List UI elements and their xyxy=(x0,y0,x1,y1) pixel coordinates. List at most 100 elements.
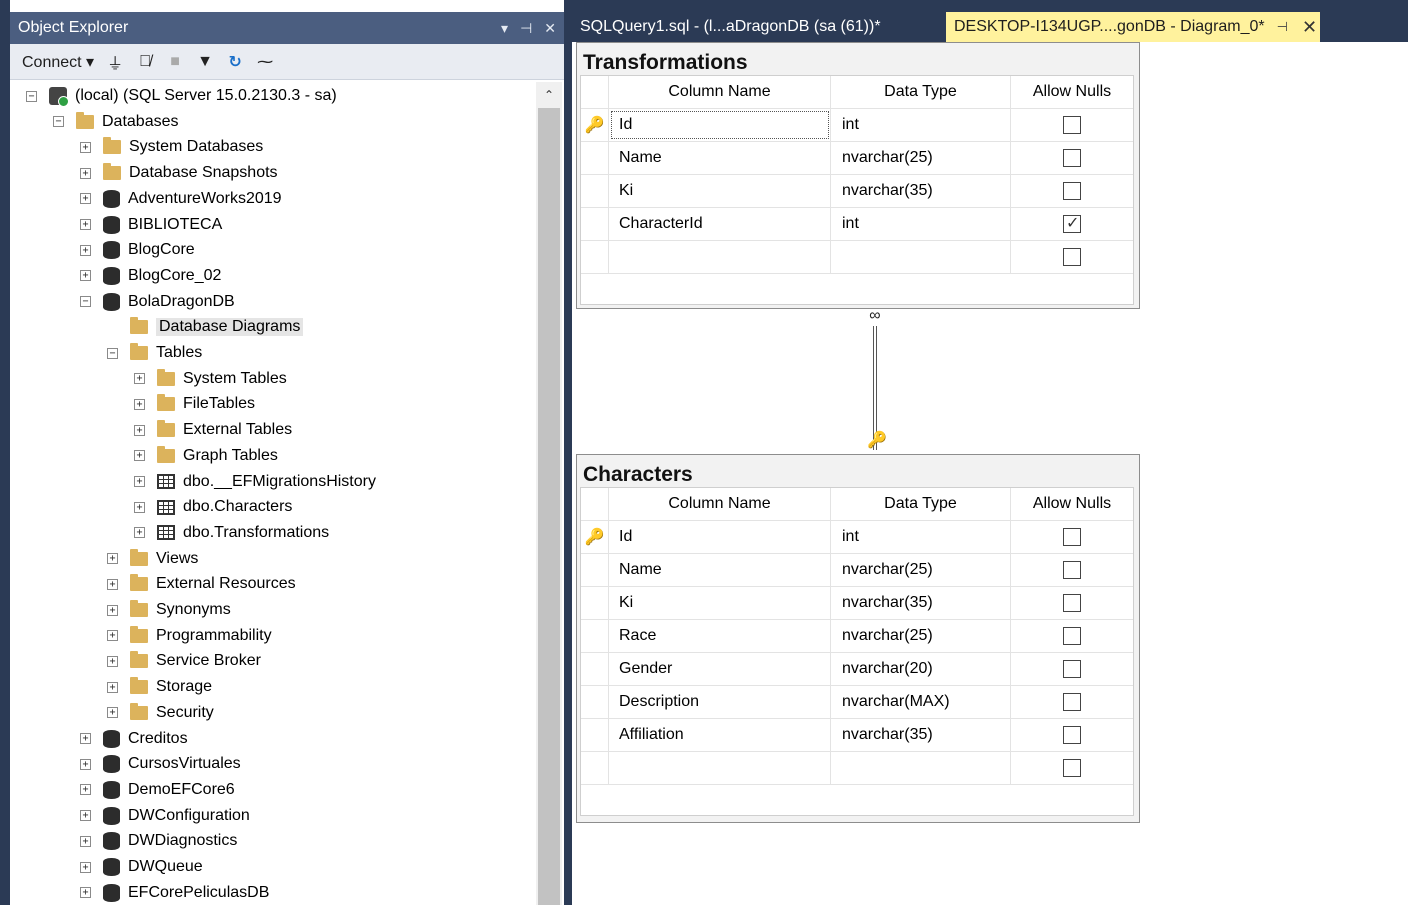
column-name-cell[interactable] xyxy=(609,752,831,784)
expand-icon[interactable]: + xyxy=(107,553,118,565)
column-name-cell[interactable] xyxy=(609,241,831,273)
tree-node[interactable]: − BolaDragonDB xyxy=(80,290,235,314)
collapse-icon[interactable]: − xyxy=(26,90,37,102)
tree-node[interactable]: + BlogCore xyxy=(80,238,195,262)
row-selector[interactable] xyxy=(581,653,609,685)
data-type-cell[interactable]: nvarchar(35) xyxy=(831,175,1011,207)
allow-nulls-checkbox[interactable] xyxy=(1063,213,1081,233)
column-name-cell[interactable]: Gender xyxy=(609,653,831,685)
data-type-cell[interactable]: nvarchar(35) xyxy=(831,587,1011,619)
tree-node[interactable]: + DWQueue xyxy=(80,855,203,879)
expand-icon[interactable]: + xyxy=(134,501,145,513)
tree-node[interactable]: + DemoEFCore6 xyxy=(80,778,235,802)
column-row[interactable]: Ki nvarchar(35) xyxy=(581,175,1133,208)
tree-node[interactable]: + DWConfiguration xyxy=(80,804,250,828)
column-name-cell[interactable]: Id xyxy=(609,109,831,141)
column-row[interactable]: 🔑 Id int xyxy=(581,521,1133,554)
column-row[interactable]: Gender nvarchar(20) xyxy=(581,653,1133,686)
data-type-cell[interactable]: nvarchar(20) xyxy=(831,653,1011,685)
row-selector[interactable] xyxy=(581,620,609,652)
data-type-cell[interactable]: nvarchar(MAX) xyxy=(831,686,1011,718)
tree-node[interactable]: + CursosVirtuales xyxy=(80,752,241,776)
allow-nulls-checkbox[interactable] xyxy=(1063,182,1081,200)
tree-node[interactable]: + Views xyxy=(107,547,198,571)
allow-nulls-checkbox[interactable] xyxy=(1063,759,1081,777)
expand-icon[interactable]: + xyxy=(80,835,91,847)
column-row[interactable]: Name nvarchar(25) xyxy=(581,142,1133,175)
allow-nulls-checkbox[interactable] xyxy=(1063,561,1081,579)
row-selector[interactable] xyxy=(581,752,609,784)
tree-node[interactable]: + AdventureWorks2019 xyxy=(80,187,282,211)
tree-node[interactable]: + External Tables xyxy=(134,418,292,442)
row-selector[interactable] xyxy=(581,554,609,586)
expand-icon[interactable]: + xyxy=(107,630,118,642)
expand-icon[interactable]: + xyxy=(134,450,145,462)
tree-node[interactable]: + DWDiagnostics xyxy=(80,829,237,853)
expand-icon[interactable]: + xyxy=(80,861,91,873)
tree-node[interactable]: + dbo.Transformations xyxy=(134,521,329,545)
data-type-cell[interactable]: nvarchar(35) xyxy=(831,719,1011,751)
tree-node[interactable]: + dbo.__EFMigrationsHistory xyxy=(134,470,376,494)
pin-icon[interactable]: ⊣ xyxy=(520,20,532,37)
column-name-cell[interactable]: Affiliation xyxy=(609,719,831,751)
stop-icon[interactable]: ■ xyxy=(166,53,184,71)
tree-node[interactable]: + Graph Tables xyxy=(134,444,278,468)
expand-icon[interactable]: + xyxy=(80,270,91,282)
expand-icon[interactable]: + xyxy=(80,167,91,179)
row-selector[interactable] xyxy=(581,686,609,718)
expand-icon[interactable]: + xyxy=(134,476,145,487)
expand-icon[interactable]: + xyxy=(134,398,145,410)
tree-node[interactable]: + FileTables xyxy=(134,392,255,416)
column-name-cell[interactable]: Ki xyxy=(609,175,831,207)
collapse-icon[interactable]: − xyxy=(80,296,91,308)
column-name-cell[interactable]: Name xyxy=(609,554,831,586)
refresh-icon[interactable]: ↻ xyxy=(226,52,244,72)
expand-icon[interactable]: + xyxy=(107,578,118,590)
column-row[interactable]: Name nvarchar(25) xyxy=(581,554,1133,587)
row-selector[interactable] xyxy=(581,175,609,207)
column-row[interactable]: CharacterId int xyxy=(581,208,1133,241)
scroll-up-arrow-icon[interactable]: ⌃ xyxy=(536,88,562,102)
tree-node[interactable]: + dbo.Characters xyxy=(134,495,292,519)
expand-icon[interactable]: + xyxy=(80,193,91,205)
close-icon[interactable]: ✕ xyxy=(1302,17,1317,38)
column-row[interactable]: Ki nvarchar(35) xyxy=(581,587,1133,620)
activity-icon[interactable]: ⁓ xyxy=(256,52,274,72)
tree-node[interactable]: + System Databases xyxy=(80,135,263,159)
allow-nulls-checkbox[interactable] xyxy=(1063,726,1081,744)
expand-icon[interactable]: + xyxy=(107,707,118,719)
tree-node[interactable]: + Service Broker xyxy=(107,649,261,673)
column-row[interactable]: Race nvarchar(25) xyxy=(581,620,1133,653)
dropdown-icon[interactable]: ▾ xyxy=(501,20,508,37)
row-selector[interactable] xyxy=(581,587,609,619)
allow-nulls-checkbox[interactable] xyxy=(1063,594,1081,612)
data-type-cell[interactable]: int xyxy=(831,521,1011,553)
column-row[interactable]: Description nvarchar(MAX) xyxy=(581,686,1133,719)
allow-nulls-checkbox[interactable] xyxy=(1063,149,1081,167)
diagram-canvas[interactable]: Transformations Column Name Data Type Allow… xyxy=(572,42,1408,905)
allow-nulls-checkbox[interactable] xyxy=(1063,528,1081,546)
tab-sqlquery[interactable]: SQLQuery1.sql - (l...aDragonDB (sa (61))… xyxy=(572,12,946,42)
column-name-cell[interactable]: Id xyxy=(609,521,831,553)
expand-icon[interactable]: + xyxy=(80,784,91,796)
tree-node[interactable]: + EFCorePeliculasDB xyxy=(80,881,269,905)
tree-node[interactable]: + Synonyms xyxy=(107,598,231,622)
row-selector[interactable] xyxy=(581,241,609,273)
connect-icon[interactable]: ⏚ xyxy=(106,50,124,74)
tree-node[interactable]: + BlogCore_02 xyxy=(80,264,221,288)
tree-node[interactable]: Database Diagrams xyxy=(107,315,304,339)
data-type-cell[interactable]: nvarchar(25) xyxy=(831,554,1011,586)
tab-diagram[interactable]: DESKTOP-I134UGP....gonDB - Diagram_0* ⊣ … xyxy=(946,12,1320,42)
disconnect-icon[interactable]: ⏚̸ xyxy=(136,53,154,71)
expand-icon[interactable]: + xyxy=(80,141,91,153)
tree-node[interactable]: − Databases xyxy=(53,110,179,134)
tree-node[interactable]: + Creditos xyxy=(80,727,188,751)
expand-icon[interactable]: + xyxy=(107,681,118,693)
expand-icon[interactable]: + xyxy=(80,219,91,230)
tree-node[interactable]: + System Tables xyxy=(134,367,287,391)
data-type-cell[interactable]: nvarchar(25) xyxy=(831,142,1011,174)
data-type-cell[interactable] xyxy=(831,752,1011,784)
tree-node[interactable]: + Storage xyxy=(107,675,212,699)
data-type-cell[interactable]: nvarchar(25) xyxy=(831,620,1011,652)
tree-node[interactable]: + Security xyxy=(107,701,214,725)
